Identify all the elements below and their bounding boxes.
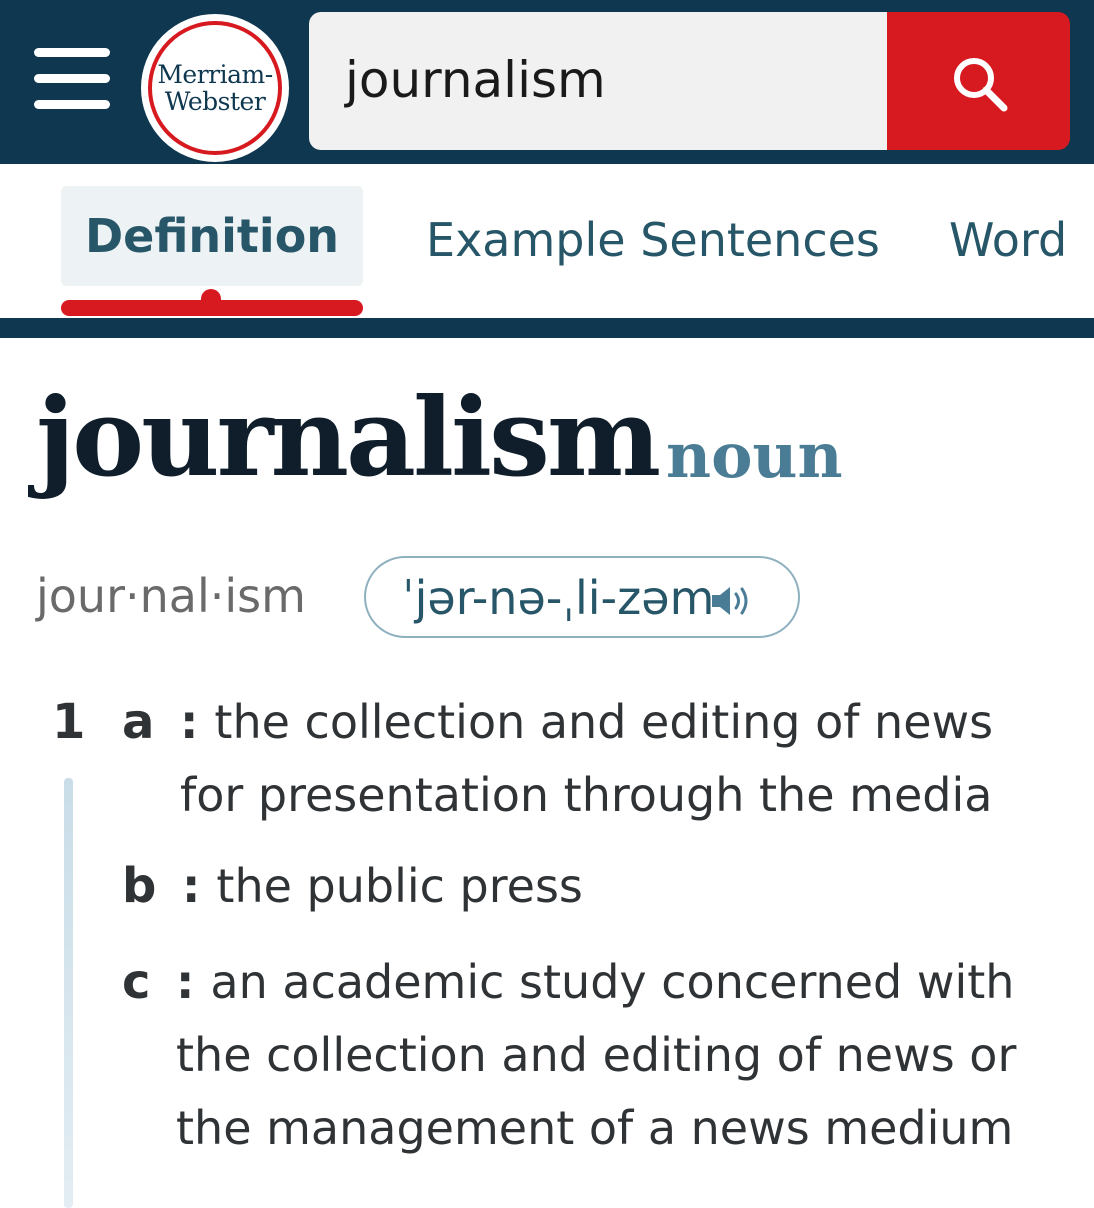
logo-text-line1: Merriam- (157, 60, 273, 89)
subsense-letter: a (122, 694, 155, 750)
definition-text: : the collection and editing of news for… (180, 695, 994, 822)
merriam-webster-logo[interactable]: Merriam- Webster (141, 14, 289, 162)
search-icon (954, 58, 1008, 112)
active-tab-indicator (61, 300, 363, 316)
logo-text-line2: Webster (164, 87, 266, 116)
pronunciation-text: ˈjər-nə-ˌli-zəm (402, 571, 715, 625)
hamburger-menu-icon[interactable] (34, 48, 110, 110)
header-divider (0, 318, 1094, 338)
pronunciation-button[interactable]: ˈjər-nə-ˌli-zəm (364, 556, 800, 638)
headword: journalism (36, 375, 661, 501)
syllables: jour·nal·ism (36, 569, 306, 623)
entry-content: journalism noun jour·nal·ism ˈjər-nə-ˌli… (0, 338, 1094, 1208)
speaker-icon (712, 587, 748, 615)
tab-definition[interactable]: Definition (61, 186, 363, 286)
sense-number: 1 (52, 694, 86, 750)
definition-text: : an academic study concerned with the c… (176, 955, 1017, 1155)
tab-example-sentences[interactable]: Example Sentences (426, 210, 880, 270)
subsense-letter: c (122, 954, 151, 1010)
sense-divider-line (64, 778, 73, 1208)
definition-text: : the public press (182, 859, 583, 913)
subsense-letter: b (122, 858, 157, 914)
part-of-speech[interactable]: noun (666, 416, 843, 496)
section-tabs: Definition Example Sentences Word (0, 164, 1094, 318)
tab-definition-label: Definition (84, 209, 340, 263)
search-input[interactable]: journalism (309, 12, 889, 150)
site-header: Merriam- Webster journalism (0, 0, 1094, 164)
search-button[interactable] (887, 12, 1070, 150)
search-input-value: journalism (345, 51, 606, 109)
tab-word[interactable]: Word (949, 210, 1067, 270)
